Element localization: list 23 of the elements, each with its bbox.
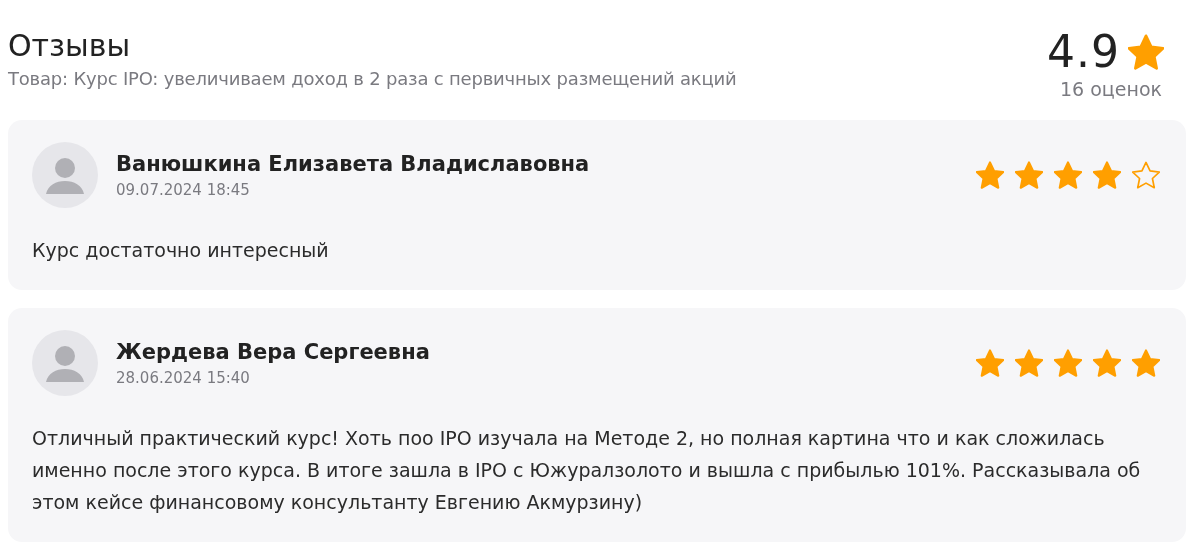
star-icon: [1054, 161, 1082, 189]
empty-star-icon: [1132, 161, 1160, 189]
star-icon: [1093, 349, 1121, 377]
page-title: Отзывы: [8, 27, 132, 65]
review-date: 28.06.2024 15:40: [116, 368, 251, 389]
star-icon: [1015, 349, 1043, 377]
star-icon: [1093, 161, 1121, 189]
reviewer-name: Жердева Вера Сергеевна: [116, 339, 430, 366]
rating-count: 16 оценок: [1060, 78, 1162, 100]
review-text: Курс достаточно интересный: [32, 238, 330, 263]
star-icon: [976, 161, 1004, 189]
star-icon: [1054, 349, 1082, 377]
star-icon: [1015, 161, 1043, 189]
star-icon: [976, 349, 1004, 377]
review-text: Отличный практический курс! Хоть поо IPO изучала на Методе 2, но полная картина что и как сложилась именно после этого курса. В итоге зашла в IPO с Южуралзолото и вышла с прибылью 101%. Рассказывала об этом кейсе финансовому консультанту Евгению Акмурзину): [32, 426, 1142, 515]
avatar-icon: [32, 330, 98, 396]
reviewer-name: Ванюшкина Елизавета Владиславовна: [116, 151, 590, 178]
average-rating: 4.9: [1047, 26, 1120, 78]
review-date: 09.07.2024 18:45: [116, 180, 251, 201]
avatar-icon: [32, 142, 98, 208]
star-icon: [1128, 34, 1164, 70]
star-icon: [1132, 349, 1160, 377]
product-subtitle: Товар: Курс IPO: увеличиваем доход в 2 раза с первичных размещений акций: [8, 67, 737, 91]
